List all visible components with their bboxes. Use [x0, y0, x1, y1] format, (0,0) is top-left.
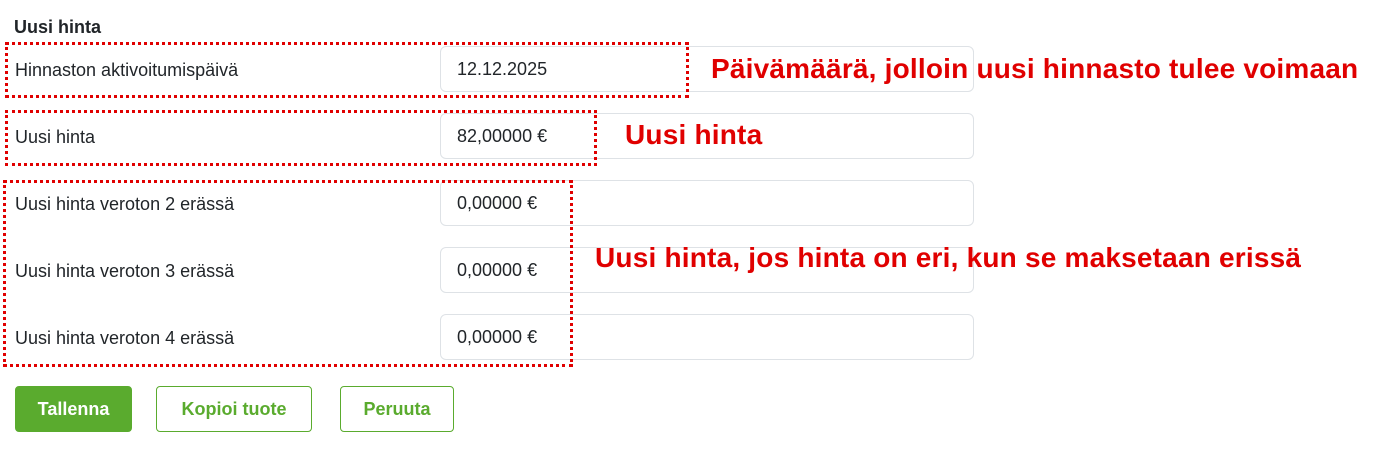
price-2-installments-input[interactable]	[440, 180, 974, 226]
field-row-new-price: Uusi hinta	[0, 113, 980, 161]
field-row-price-4-installments: Uusi hinta veroton 4 erässä	[0, 314, 980, 362]
save-button[interactable]: Tallenna	[15, 386, 132, 432]
section-title: Uusi hinta	[14, 17, 102, 37]
annotation-text-installments: Uusi hinta, jos hinta on eri, kun se mak…	[595, 242, 1302, 273]
price-4-installments-input[interactable]	[440, 314, 974, 360]
field-label-price-3-installments: Uusi hinta veroton 3 erässä	[15, 261, 235, 281]
annotation-text-new-price: Uusi hinta	[625, 119, 763, 150]
field-row-price-2-installments: Uusi hinta veroton 2 erässä	[0, 180, 980, 228]
annotation-text-activation-date: Päivämäärä, jolloin uusi hinnasto tulee …	[711, 53, 1359, 84]
field-label-price-4-installments: Uusi hinta veroton 4 erässä	[15, 328, 235, 348]
field-label-new-price: Uusi hinta	[15, 127, 96, 147]
cancel-button[interactable]: Peruuta	[340, 386, 454, 432]
field-label-activation-date: Hinnaston aktivoitumispäivä	[15, 60, 239, 80]
field-label-price-2-installments: Uusi hinta veroton 2 erässä	[15, 194, 235, 214]
price-form: Uusi hinta Hinnaston aktivoitumispäivä U…	[0, 0, 1392, 453]
copy-product-button[interactable]: Kopioi tuote	[156, 386, 312, 432]
